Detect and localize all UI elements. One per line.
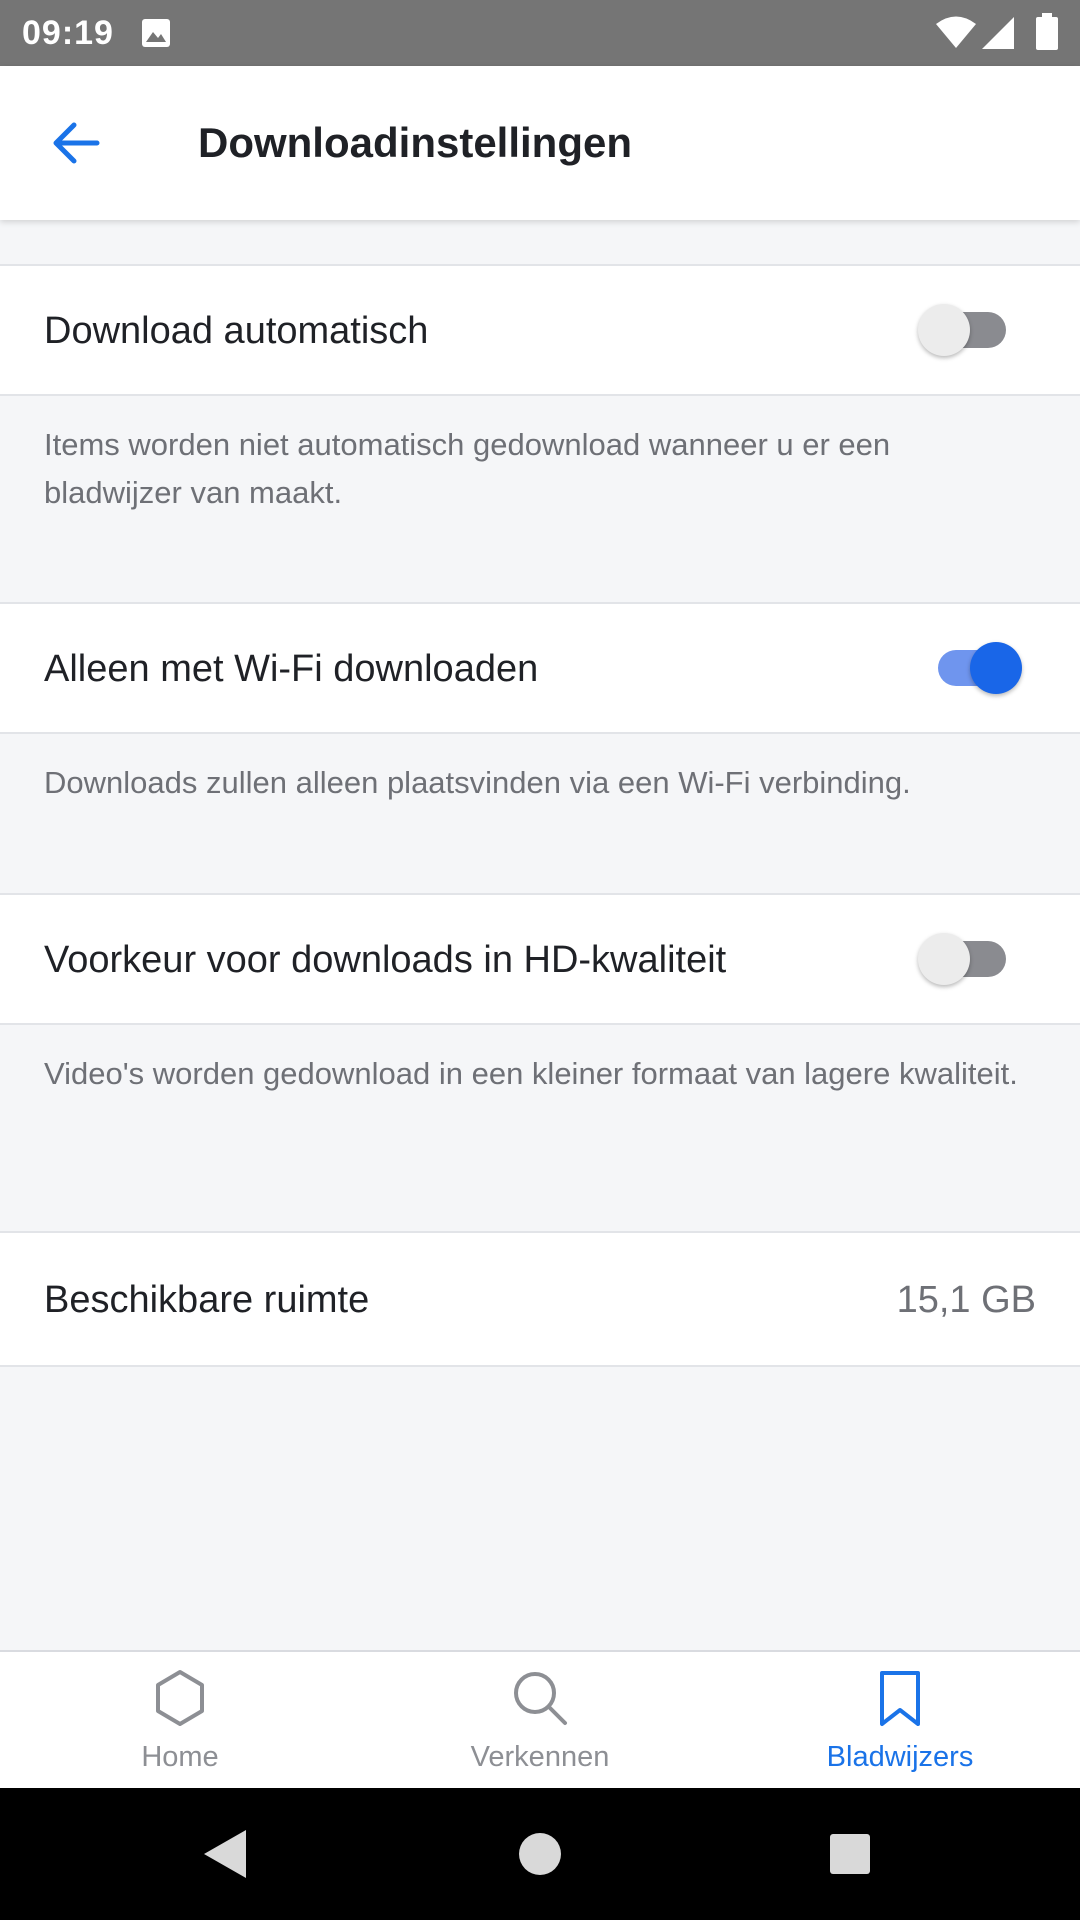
- setting-row-hd-quality[interactable]: Voorkeur voor downloads in HD-kwaliteit: [0, 893, 1080, 1025]
- toggle-thumb: [918, 933, 970, 985]
- back-triangle-icon[interactable]: [196, 1824, 256, 1884]
- page-title: Downloadinstellingen: [198, 119, 633, 166]
- nav-label: Verkennen: [470, 1741, 610, 1773]
- wifi-icon: [936, 16, 976, 48]
- system-navigation-bar: [0, 1788, 1080, 1920]
- home-circle-icon[interactable]: [510, 1824, 570, 1884]
- nav-item-explore[interactable]: Verkennen: [360, 1652, 720, 1788]
- setting-description: Downloads zullen alleen plaatsvinden via…: [44, 765, 911, 800]
- setting-description: Video's worden gedownload in een kleiner…: [44, 1056, 1018, 1091]
- nav-label: Bladwijzers: [826, 1741, 974, 1773]
- setting-row-wifi-only[interactable]: Alleen met Wi-Fi downloaden: [0, 602, 1080, 734]
- setting-label: Voorkeur voor downloads in HD-kwaliteit: [44, 939, 727, 981]
- storage-label: Beschikbare ruimte: [44, 1279, 370, 1321]
- nav-label: Home: [141, 1741, 219, 1773]
- search-icon: [514, 1672, 567, 1725]
- setting-label: Alleen met Wi-Fi downloaden: [44, 648, 539, 690]
- signal-icon: [982, 17, 1014, 49]
- auto-download-toggle[interactable]: [918, 300, 1018, 360]
- setting-description: Items worden niet automatisch gedownload…: [44, 427, 891, 510]
- photo-notification-icon: [142, 19, 170, 47]
- recents-square-icon[interactable]: [820, 1824, 880, 1884]
- storage-value: 15,1 GB: [896, 1279, 1036, 1321]
- hd-quality-toggle[interactable]: [918, 929, 1018, 989]
- wifi-only-toggle[interactable]: [922, 638, 1022, 698]
- setting-row-storage: Beschikbare ruimte 15,1 GB: [0, 1231, 1080, 1367]
- toggle-thumb: [918, 304, 970, 356]
- hexagon-icon: [156, 1670, 204, 1726]
- bookmark-icon: [880, 1671, 920, 1726]
- status-time: 09:19: [22, 14, 114, 52]
- toggle-thumb: [970, 642, 1022, 694]
- battery-icon: [1036, 13, 1058, 50]
- nav-item-home[interactable]: Home: [0, 1652, 360, 1788]
- back-button[interactable]: [38, 112, 114, 174]
- setting-row-auto-download[interactable]: Download automatisch: [0, 264, 1080, 396]
- bottom-navigation: Home Verkennen Bladwijzers: [0, 1650, 1080, 1788]
- app-bar: Downloadinstellingen: [0, 66, 1080, 220]
- nav-item-bookmarks[interactable]: Bladwijzers: [720, 1652, 1080, 1788]
- status-bar: 09:19: [0, 0, 1080, 66]
- arrow-back-icon: [53, 122, 100, 164]
- setting-label: Download automatisch: [44, 310, 429, 352]
